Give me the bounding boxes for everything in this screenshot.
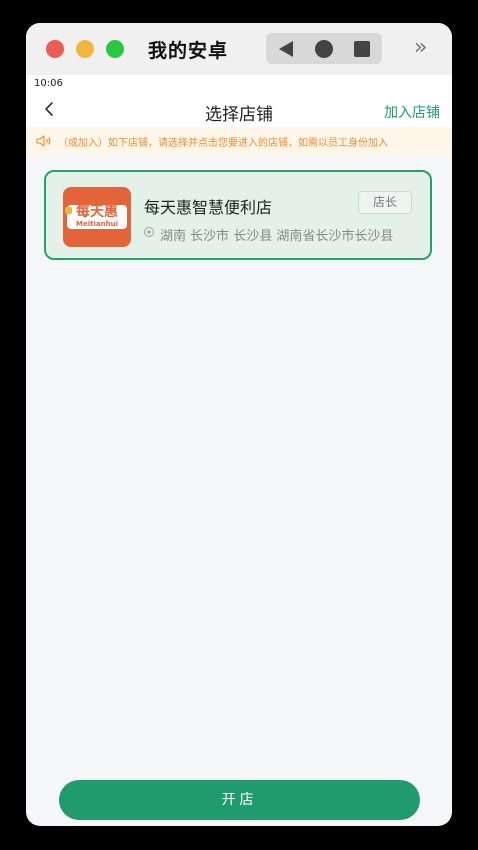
- store-card[interactable]: 每天惠 Meitianhui 每天惠智慧便利店 店长 湖南 长沙市 长沙县 湖南…: [44, 170, 432, 260]
- logo-text-cn: 每天惠: [76, 204, 118, 220]
- more-options-button[interactable]: »: [414, 35, 427, 61]
- status-time: 10:06: [34, 78, 63, 89]
- open-store-button[interactable]: 开店: [59, 780, 420, 820]
- store-name: 每天惠智慧便利店: [144, 198, 273, 217]
- minimize-window-button[interactable]: [76, 40, 94, 58]
- square-recents-icon: [354, 40, 370, 57]
- notice-text: （或加入）如下店铺，请选择并点击您要进入的店铺，如需以员工身份加入: [58, 138, 388, 149]
- store-address: 湖南 长沙市 长沙县 湖南省长沙市长沙县: [160, 229, 394, 244]
- window-title-bar: 我的安卓 »: [26, 23, 452, 75]
- window-title: 我的安卓: [148, 40, 229, 62]
- device-controls: [266, 33, 382, 64]
- logo-text-en: Meitianhui: [76, 220, 118, 228]
- close-window-button[interactable]: [46, 40, 64, 58]
- speaker-icon: [36, 135, 51, 147]
- device-home-button[interactable]: [306, 33, 342, 64]
- status-bar: 10:06: [26, 75, 452, 93]
- device-back-button[interactable]: [268, 33, 304, 64]
- location-icon: [144, 227, 154, 237]
- circle-home-icon: [315, 39, 333, 58]
- maximize-window-button[interactable]: [106, 40, 124, 58]
- role-badge: 店长: [358, 191, 412, 214]
- notice-banner: （或加入）如下店铺，请选择并点击您要进入的店铺，如需以员工身份加入: [26, 127, 452, 155]
- device-recents-button[interactable]: [344, 33, 380, 64]
- store-logo: 每天惠 Meitianhui: [63, 187, 131, 247]
- app-window: 我的安卓 » 10:06 选择店铺 加入店铺 （或加入）如下店铺，请选择并点击您…: [26, 23, 452, 826]
- nav-bar: 选择店铺 加入店铺: [26, 93, 452, 127]
- triangle-back-icon: [279, 40, 293, 57]
- join-store-link[interactable]: 加入店铺: [384, 102, 440, 122]
